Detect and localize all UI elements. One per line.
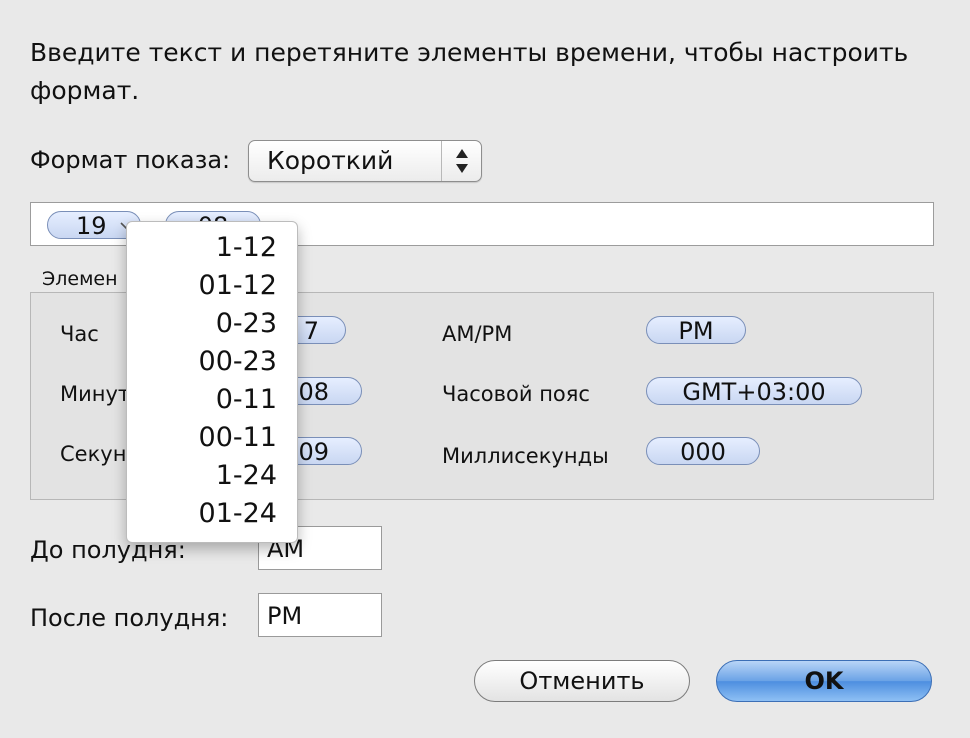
milliseconds-label: Миллисекунды bbox=[442, 444, 609, 468]
menu-item-hour-format[interactable]: 0-23 bbox=[127, 305, 277, 343]
hour-label: Час bbox=[60, 322, 99, 346]
menu-item-hour-format[interactable]: 1-24 bbox=[127, 457, 277, 495]
cancel-button[interactable]: Отменить bbox=[474, 660, 690, 702]
menu-item-hour-format[interactable]: 01-24 bbox=[127, 495, 277, 533]
ampm-label: AM/PM bbox=[442, 322, 513, 346]
second-label: Секун bbox=[60, 442, 127, 466]
up-down-arrows-icon bbox=[456, 149, 468, 173]
hour-format-menu: 1-12 01-12 0-23 00-23 0-11 00-11 1-24 01… bbox=[126, 221, 298, 543]
menu-item-hour-format[interactable]: 00-23 bbox=[127, 343, 277, 381]
menu-item-hour-format[interactable]: 0-11 bbox=[127, 381, 277, 419]
popup-separator bbox=[441, 141, 442, 181]
hour-token-value: 19 bbox=[76, 212, 107, 240]
timezone-token[interactable]: GMT+03:00 bbox=[646, 377, 862, 406]
pm-field[interactable]: PM bbox=[258, 593, 382, 637]
minute-label: Минут bbox=[60, 382, 131, 406]
display-format-value: Короткий bbox=[267, 146, 394, 175]
ampm-token[interactable]: PM bbox=[646, 316, 746, 345]
menu-item-hour-format[interactable]: 01-12 bbox=[127, 267, 277, 305]
display-format-label: Формат показа: bbox=[30, 146, 231, 174]
ok-button[interactable]: OK bbox=[716, 660, 932, 702]
menu-item-hour-format[interactable]: 00-11 bbox=[127, 419, 277, 457]
milliseconds-token[interactable]: 000 bbox=[646, 437, 760, 466]
pm-label: После полудня: bbox=[30, 604, 229, 632]
time-elements-group-label: Элемен bbox=[42, 268, 118, 290]
instruction-text: Введите текст и перетяните элементы врем… bbox=[30, 38, 909, 105]
timezone-label: Часовой пояс bbox=[442, 382, 590, 406]
menu-item-hour-format[interactable]: 1-12 bbox=[127, 229, 277, 267]
display-format-popup[interactable]: Короткий bbox=[248, 140, 482, 182]
